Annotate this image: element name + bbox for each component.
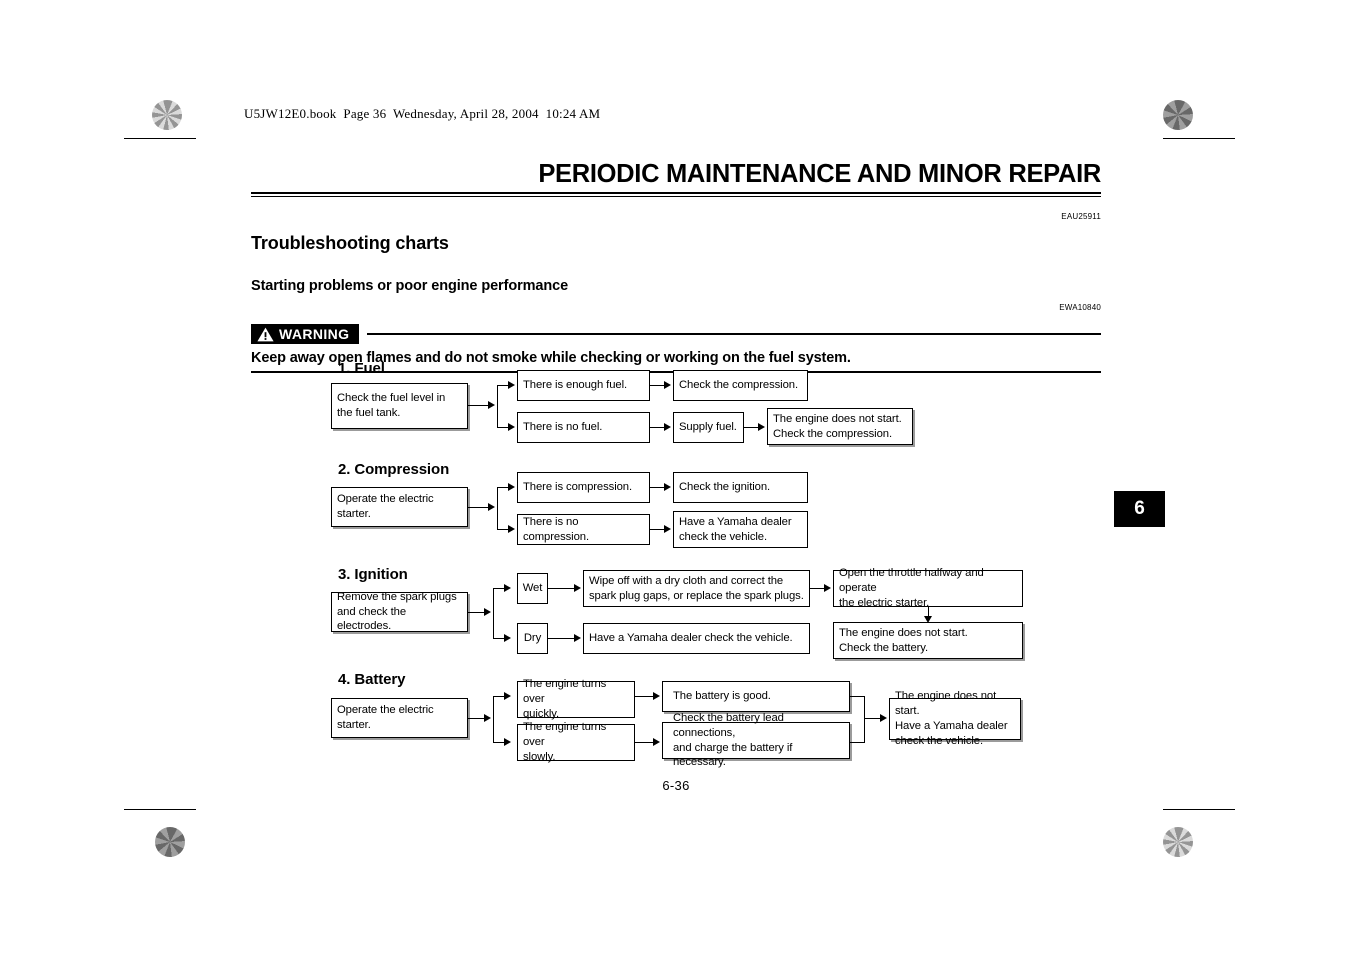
density-patch-bottom-right	[1163, 827, 1193, 857]
connector	[493, 588, 495, 638]
trim-line-bottom-left	[124, 809, 196, 811]
book-file-slug: U5JW12E0.book Page 36 Wednesday, April 2…	[244, 106, 601, 121]
registration-mark-bottom-right-outer	[1114, 820, 1158, 864]
flowchart-compression-title: 2. Compression	[338, 461, 450, 478]
flowchart-compression-branch-1-condition: There is compression.	[517, 472, 650, 503]
connector-arrow	[488, 503, 495, 511]
connector-arrow	[664, 525, 671, 533]
connector-arrow	[574, 634, 581, 642]
warning-badge-row: WARNING	[251, 324, 1101, 345]
flowchart-battery-branch-1-step-1: The battery is good.	[662, 681, 850, 712]
page-content: PERIODIC MAINTENANCE AND MINOR REPAIR EA…	[251, 160, 1101, 374]
flowchart-compression-branch-2-step-1: Have a Yamaha dealer check the vehicle.	[673, 511, 808, 548]
title-rule	[251, 192, 1101, 198]
connector-arrow	[653, 692, 660, 700]
troubleshooting-flowcharts: 1. Fuel Check the fuel level in the fuel…	[0, 0, 1351, 954]
flowchart-fuel-title: 1. Fuel	[338, 360, 385, 377]
page-number: 6-36	[662, 778, 690, 793]
flowchart-ignition-start: Remove the spark plugs and check the ele…	[331, 591, 468, 632]
connector-arrow	[504, 584, 511, 592]
connector	[850, 742, 865, 744]
connector-arrow	[653, 738, 660, 746]
registration-mark-top-right	[1164, 138, 1208, 182]
connector-arrow	[504, 634, 511, 642]
warning-rule-right	[367, 332, 1101, 336]
registration-mark-bottom-right	[1164, 765, 1208, 809]
connector	[468, 612, 485, 614]
flowchart-fuel-branch-2-step-2: The engine does not start. Check the com…	[767, 408, 913, 445]
flowchart-fuel-branch-1-condition: There is enough fuel.	[517, 370, 650, 401]
flowchart-fuel-branch-2-step-1: Supply fuel.	[673, 412, 744, 443]
flowchart-ignition-branch-2-condition: Dry	[517, 623, 548, 654]
flowchart-compression-start: Operate the electric starter.	[331, 487, 468, 527]
section-heading-code: EAU25911	[1061, 212, 1101, 222]
connector	[493, 696, 495, 742]
connector-arrow	[508, 381, 515, 389]
density-patch-top-right	[1163, 100, 1193, 130]
flowchart-fuel-branch-2-condition: There is no fuel.	[517, 412, 650, 443]
connector	[468, 405, 488, 407]
connector	[497, 385, 499, 427]
flowchart-battery-merge: The engine does not start. Have a Yamaha…	[889, 690, 1021, 747]
flowchart-ignition-title: 3. Ignition	[338, 566, 408, 583]
registration-mark-mid-left	[145, 430, 189, 474]
warning-badge-label: WARNING	[279, 326, 350, 343]
flowchart-battery-title: 4. Battery	[338, 671, 406, 688]
connector-arrow	[488, 401, 495, 409]
flowchart-battery-branch-2-step-1: Check the battery lead connections, and …	[662, 712, 850, 768]
density-patch-bottom-left	[155, 827, 185, 857]
registration-mark-bottom-left-outer	[197, 820, 241, 864]
flowchart-ignition-branch-2-step-1: Have a Yamaha dealer check the vehicle.	[583, 623, 810, 654]
connector-arrow	[504, 738, 511, 746]
flowchart-ignition-branch-1-step-2: Open the throttle halfway and operate th…	[833, 567, 1023, 609]
flowchart-fuel-branch-1-step-1: Check the compression.	[673, 370, 808, 401]
connector	[850, 696, 865, 698]
flowchart-fuel-start: Check the fuel level in the fuel tank.	[331, 383, 468, 429]
connector	[635, 742, 655, 744]
flowchart-compression-branch-2-condition: There is no compression.	[517, 514, 650, 545]
connector-arrow	[824, 584, 831, 592]
connector	[548, 588, 576, 590]
connector-arrow	[664, 423, 671, 431]
warning-code: EWA10840	[1059, 303, 1101, 313]
flowchart-battery-start: Operate the electric starter.	[331, 698, 468, 738]
connector-arrow	[758, 423, 765, 431]
connector-arrow	[504, 692, 511, 700]
connector-arrow	[664, 483, 671, 491]
connector	[468, 507, 488, 509]
density-patch-top-left	[152, 100, 182, 130]
registration-mark-mid-right	[1164, 430, 1208, 474]
registration-mark-bottom-left	[145, 765, 189, 809]
registration-mark-bottom-center	[650, 820, 694, 864]
warning-badge: WARNING	[251, 324, 360, 345]
connector	[497, 487, 499, 529]
connector-arrow	[664, 381, 671, 389]
connector-arrow	[574, 584, 581, 592]
flowchart-battery-branch-2-condition: The engine turns over slowly.	[517, 721, 635, 763]
connector-arrow	[508, 423, 515, 431]
section-heading: Troubleshooting charts	[251, 233, 449, 254]
section-subheading: Starting problems or poor engine perform…	[251, 278, 569, 295]
connector-arrow	[508, 525, 515, 533]
connector	[548, 638, 576, 640]
chapter-tab[interactable]: 6	[1114, 491, 1165, 527]
flowchart-compression-branch-1-step-1: Check the ignition.	[673, 472, 808, 503]
connector-arrow	[880, 714, 887, 722]
connector-arrow	[484, 714, 491, 722]
connector-arrow	[484, 608, 491, 616]
registration-mark-top-left	[145, 138, 189, 182]
warning-triangle-icon	[257, 327, 274, 341]
connector	[635, 696, 655, 698]
flowchart-ignition-branch-1-step-1: Wipe off with a dry cloth and correct th…	[583, 570, 810, 607]
trim-line-bottom-right	[1163, 809, 1235, 811]
connector-arrow	[508, 483, 515, 491]
registration-mark-top-right-outer	[1114, 93, 1158, 137]
connector	[468, 718, 485, 720]
page-title: PERIODIC MAINTENANCE AND MINOR REPAIR	[538, 160, 1101, 188]
flowchart-ignition-branch-1-condition: Wet	[517, 573, 548, 604]
flowchart-ignition-branch-1-step-3: The engine does not start. Check the bat…	[833, 622, 1023, 659]
flowchart-battery-branch-1-condition: The engine turns over quickly.	[517, 678, 635, 720]
connector	[864, 696, 866, 743]
